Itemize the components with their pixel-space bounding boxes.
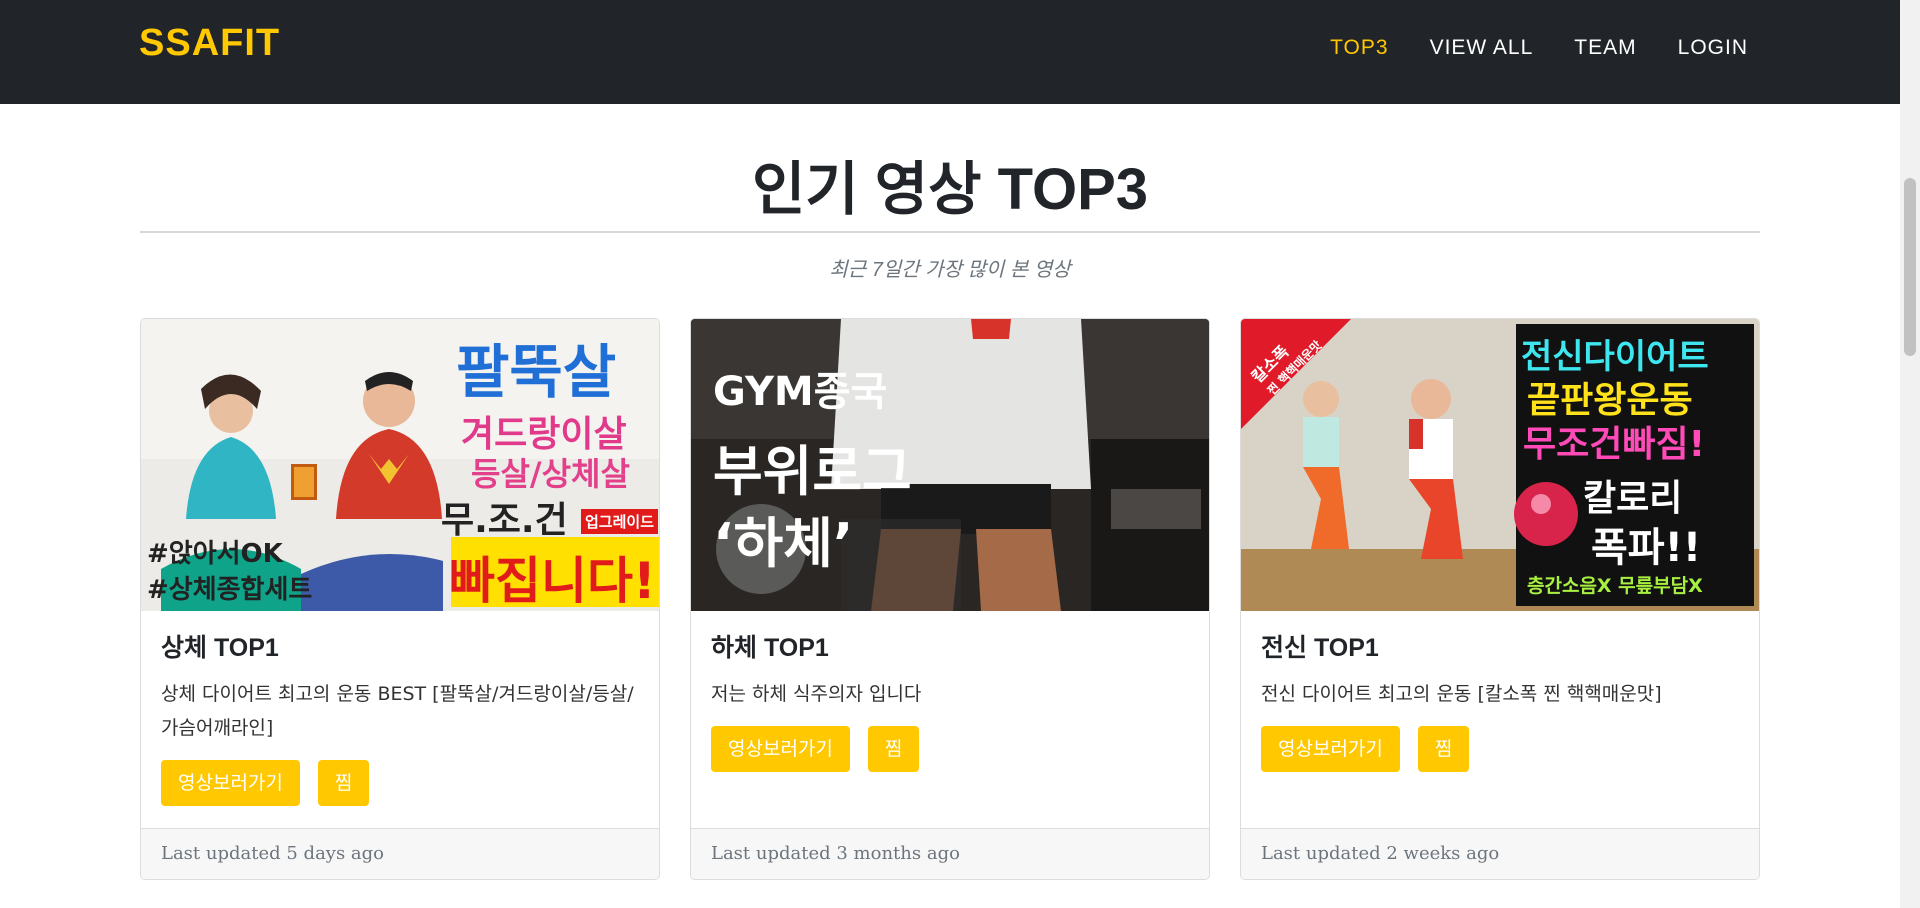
thumb-text-4: 칼로리 — [1583, 478, 1683, 519]
nav-link-view-all[interactable]: VIEW ALL — [1430, 36, 1534, 60]
thumb-text-5: 빠집니다! — [449, 552, 656, 610]
page-subtitle: 최근 7일간 가장 많이 본 영상 — [829, 259, 1071, 281]
card-footer: Last updated 2 weeks ago — [1241, 828, 1759, 879]
card-actions: 영상보러가기 찜 — [161, 760, 639, 806]
card-body: 전신 TOP1 전신 다이어트 최고의 운동 [칼소폭 찐 핵핵매운맛] 영상보… — [1261, 631, 1739, 772]
navbar: SSAFIT TOP3 VIEW ALL TEAM LOGIN — [0, 0, 1900, 104]
thumb-text-3: 등살/상체살 — [471, 455, 630, 493]
card-body: 하체 TOP1 저는 하체 식주의자 입니다 영상보러가기 찜 — [711, 631, 1189, 772]
thumb-text-4: 무.조.건 — [441, 500, 568, 541]
video-card-lower-body: GYM종국 부위로그 ‘하체’ 하체 TOP1 저는 하체 식주의자 입니다 영… — [690, 318, 1210, 880]
title-divider — [140, 231, 1760, 233]
nav-link-top3[interactable]: TOP3 — [1330, 36, 1388, 60]
thumb-text-1: GYM종국 — [713, 369, 888, 415]
nav-links: TOP3 VIEW ALL TEAM LOGIN — [1330, 36, 1748, 60]
like-button[interactable]: 찜 — [317, 760, 370, 806]
thumb-text-8: 업그레이드 — [581, 509, 659, 534]
thumb-text-6: 층간소음X 무릎부담X — [1527, 575, 1703, 597]
video-card-upper-body: 팔뚝살 겨드랑이살 등살/상체살 무.조.건 빠집니다! #앉아서OK #상체종… — [140, 318, 660, 880]
last-updated-text: Last updated 2 weeks ago — [1261, 843, 1500, 864]
video-thumbnail-upper-body[interactable]: 팔뚝살 겨드랑이살 등살/상체살 무.조.건 빠집니다! #앉아서OK #상체종… — [141, 319, 659, 611]
nav-link-team[interactable]: TEAM — [1574, 36, 1636, 60]
watch-video-button[interactable]: 영상보러가기 — [1261, 726, 1400, 772]
thumb-text-3: 무조건빠짐! — [1523, 424, 1706, 465]
brand-logo[interactable]: SSAFIT — [139, 22, 280, 65]
card-title: 하체 TOP1 — [711, 634, 829, 662]
thumb-text-1: 팔뚝살 — [456, 338, 617, 406]
last-updated-text: Last updated 3 months ago — [711, 843, 960, 864]
card-description: 저는 하체 식주의자 입니다 — [711, 683, 922, 705]
card-footer: Last updated 3 months ago — [691, 828, 1209, 879]
card-description: 전신 다이어트 최고의 운동 [칼소폭 찐 핵핵매운맛] — [1261, 683, 1662, 705]
card-footer: Last updated 5 days ago — [141, 828, 659, 879]
watch-video-button[interactable]: 영상보러가기 — [161, 760, 300, 806]
card-actions: 영상보러가기 찜 — [1261, 726, 1739, 772]
page-title: 인기 영상 TOP3 — [751, 157, 1149, 222]
nav-link-login[interactable]: LOGIN — [1678, 36, 1748, 60]
card-description: 상체 다이어트 최고의 운동 BEST [팔뚝살/겨드랑이살/등살/가슴어깨라인… — [161, 683, 634, 739]
card-title: 전신 TOP1 — [1261, 634, 1379, 662]
last-updated-text: Last updated 5 days ago — [161, 843, 385, 864]
video-thumbnail-lower-body[interactable]: GYM종국 부위로그 ‘하체’ — [691, 319, 1209, 611]
page-scrollbar[interactable] — [1900, 0, 1920, 908]
thumb-text-6: #앉아서OK — [147, 539, 283, 569]
thumb-text-7: #상체종합세트 — [147, 575, 313, 605]
card-body: 상체 TOP1 상체 다이어트 최고의 운동 BEST [팔뚝살/겨드랑이살/등… — [161, 631, 639, 806]
like-button[interactable]: 찜 — [1417, 726, 1470, 772]
like-button[interactable]: 찜 — [867, 726, 920, 772]
scrollbar-thumb[interactable] — [1904, 178, 1916, 356]
thumb-text-5: 폭파!! — [1591, 525, 1702, 571]
card-title: 상체 TOP1 — [161, 634, 279, 662]
card-actions: 영상보러가기 찜 — [711, 726, 1189, 772]
video-thumbnail-full-body[interactable]: 전신다이어트 끝판왕운동 무조건빠짐! 칼로리 폭파!! 층간소음X 무릎부담X… — [1241, 319, 1759, 611]
watch-video-button[interactable]: 영상보러가기 — [711, 726, 850, 772]
thumb-text-3: ‘하체’ — [713, 512, 854, 575]
video-card-full-body: 전신다이어트 끝판왕운동 무조건빠짐! 칼로리 폭파!! 층간소음X 무릎부담X… — [1240, 318, 1760, 880]
thumb-text-2: 부위로그 — [713, 440, 912, 503]
